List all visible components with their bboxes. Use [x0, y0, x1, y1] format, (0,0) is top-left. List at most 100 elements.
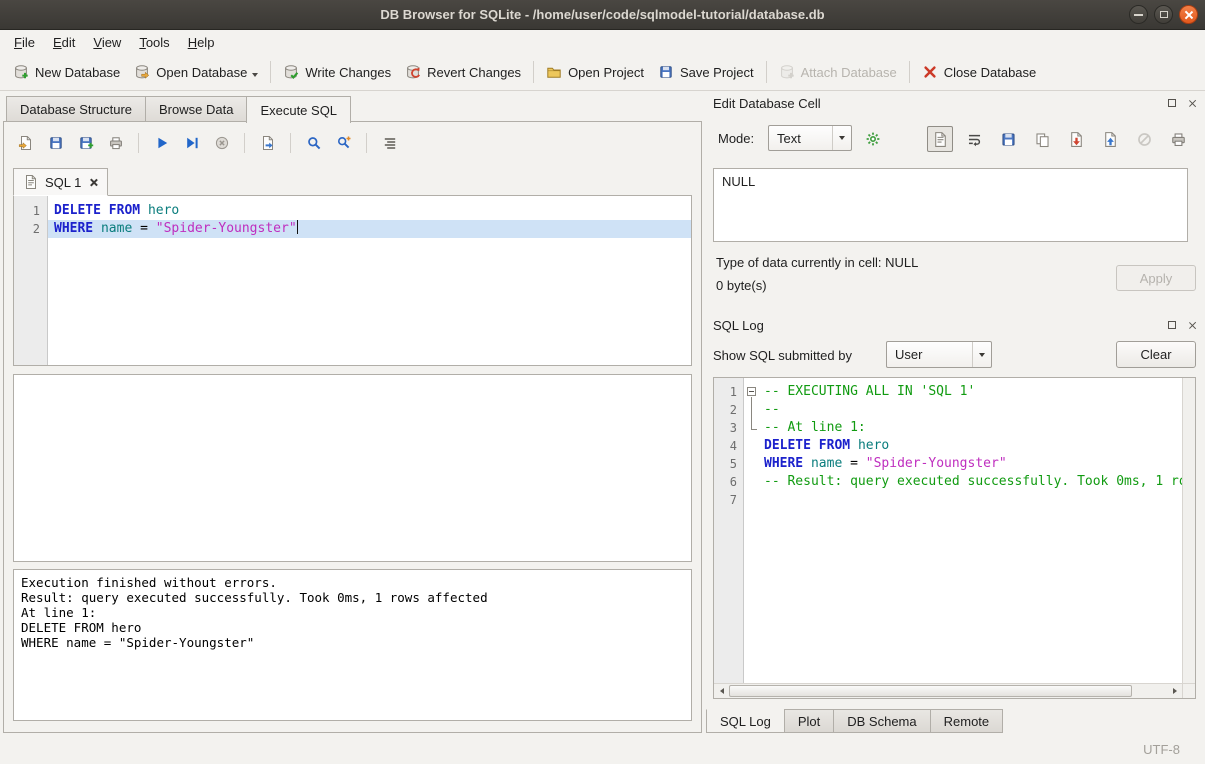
tab-remote[interactable]: Remote [930, 709, 1004, 733]
scroll-left-icon[interactable] [714, 684, 729, 698]
tab-db-schema[interactable]: DB Schema [833, 709, 930, 733]
menu-edit[interactable]: Edit [44, 30, 84, 54]
execute-all-button[interactable] [148, 130, 175, 157]
mode-select[interactable]: Text [768, 125, 852, 151]
revert-changes-button[interactable]: Revert Changes [398, 60, 528, 84]
open-sql-file-icon [18, 135, 34, 151]
close-panel-icon[interactable] [1185, 318, 1199, 332]
copy-cell-button[interactable] [1029, 126, 1055, 152]
open-project-button[interactable]: Open Project [539, 60, 651, 84]
editor-line[interactable]: WHERE name = "Spider-Youngster" [48, 220, 691, 238]
fold-cell [744, 455, 760, 473]
print-icon [108, 135, 124, 151]
tab-browse-data[interactable]: Browse Data [145, 96, 247, 122]
toolbar-button-label: Write Changes [305, 65, 391, 80]
tab-sql-1[interactable]: SQL 1 [13, 168, 108, 196]
save-sql-as-button[interactable] [72, 130, 99, 157]
write-changes-button[interactable]: Write Changes [276, 60, 398, 84]
print-icon [1170, 131, 1187, 148]
clear-log-button[interactable]: Clear [1116, 341, 1196, 368]
toolbar-separator [909, 61, 910, 83]
token-cm: -- At line 1: [764, 420, 866, 435]
line-number: 6 [714, 473, 743, 491]
chevron-down-icon [972, 342, 991, 367]
sql-log-title: SQL Log [713, 318, 1159, 333]
close-button[interactable] [1179, 5, 1198, 24]
settings-button[interactable] [859, 125, 886, 152]
print-button[interactable] [102, 130, 129, 157]
save-sql-file-button[interactable] [42, 130, 69, 157]
word-wrap-button[interactable] [961, 126, 987, 152]
open-sql-file-button[interactable] [12, 130, 39, 157]
dropdown-caret-icon[interactable] [252, 73, 258, 77]
results-grid [13, 374, 692, 562]
cell-value: NULL [722, 174, 755, 189]
tab-database-structure[interactable]: Database Structure [6, 96, 146, 122]
toolbar-button-label: New Database [35, 65, 120, 80]
menu-file[interactable]: File [5, 30, 44, 54]
word-wrap-icon [966, 131, 983, 148]
close-tab-icon[interactable] [89, 178, 98, 187]
token-pl [93, 221, 101, 236]
editor-gutter: 12 [14, 196, 48, 365]
float-panel-icon[interactable] [1165, 318, 1179, 332]
encoding-indicator: UTF-8 [1143, 742, 1180, 757]
menu-view[interactable]: View [84, 30, 130, 54]
token-cm: -- Result: query executed successfully. … [764, 474, 1182, 489]
vertical-scrollbar[interactable] [1182, 378, 1195, 683]
menu-tools[interactable]: Tools [130, 30, 178, 54]
text-document-button[interactable] [927, 126, 953, 152]
sql-editor[interactable]: 12 DELETE FROM heroWHERE name = "Spider-… [13, 195, 692, 366]
line-number: 5 [714, 455, 743, 473]
toolbar-separator [766, 61, 767, 83]
float-panel-icon[interactable] [1165, 96, 1179, 110]
window-title: DB Browser for SQLite - /home/user/code/… [380, 7, 824, 22]
close-database-button[interactable]: Close Database [915, 60, 1044, 84]
stop-button[interactable] [208, 130, 235, 157]
find-replace-icon [336, 135, 352, 151]
apply-button[interactable]: Apply [1116, 265, 1196, 291]
minimize-button[interactable] [1129, 5, 1148, 24]
minimize-icon [1134, 14, 1143, 16]
messages-pane: Execution finished without errors.Result… [13, 569, 692, 721]
maximize-button[interactable] [1154, 5, 1173, 24]
tab-execute-sql[interactable]: Execute SQL [246, 96, 351, 123]
toolbar-separator [270, 61, 271, 83]
tab-plot[interactable]: Plot [784, 709, 834, 733]
save-cell-button[interactable] [995, 126, 1021, 152]
new-database-button[interactable]: New Database [6, 60, 127, 84]
export-results-button[interactable] [254, 130, 281, 157]
scrollbar-track[interactable] [729, 684, 1167, 698]
log-line: -- At line 1: [760, 419, 1182, 437]
settings-icon [865, 131, 881, 147]
format-sql-button[interactable] [376, 130, 403, 157]
attach-database-button: Attach Database [772, 60, 904, 84]
editor-line[interactable]: DELETE FROM hero [48, 202, 691, 220]
editor-content[interactable]: DELETE FROM heroWHERE name = "Spider-You… [48, 196, 691, 365]
open-database-button[interactable]: Open Database [127, 60, 265, 84]
toolbar-separator [244, 133, 245, 153]
import-cell-button[interactable] [1063, 126, 1089, 152]
find-replace-button[interactable] [330, 130, 357, 157]
menu-help[interactable]: Help [179, 30, 224, 54]
tab-sql-log[interactable]: SQL Log [706, 709, 785, 733]
save-project-button[interactable]: Save Project [651, 60, 761, 84]
cell-type-info: Type of data currently in cell: NULL [716, 255, 918, 270]
toolbar-separator [138, 133, 139, 153]
horizontal-scrollbar[interactable] [714, 683, 1182, 698]
find-button[interactable] [300, 130, 327, 157]
write-changes-icon [283, 64, 299, 80]
scrollbar-thumb[interactable] [729, 685, 1132, 697]
scroll-right-icon[interactable] [1167, 684, 1182, 698]
token-id: name [811, 456, 842, 471]
close-panel-icon[interactable] [1185, 96, 1199, 110]
cell-editor[interactable]: NULL [713, 168, 1188, 242]
collapse-icon[interactable] [747, 387, 756, 396]
submitted-by-select[interactable]: User [886, 341, 992, 368]
copy-cell-icon [1034, 131, 1051, 148]
print-button[interactable] [1165, 126, 1191, 152]
line-number: 1 [714, 383, 743, 401]
execute-current-line-button[interactable] [178, 130, 205, 157]
toolbar-button-label: Save Project [680, 65, 754, 80]
export-cell-button[interactable] [1097, 126, 1123, 152]
